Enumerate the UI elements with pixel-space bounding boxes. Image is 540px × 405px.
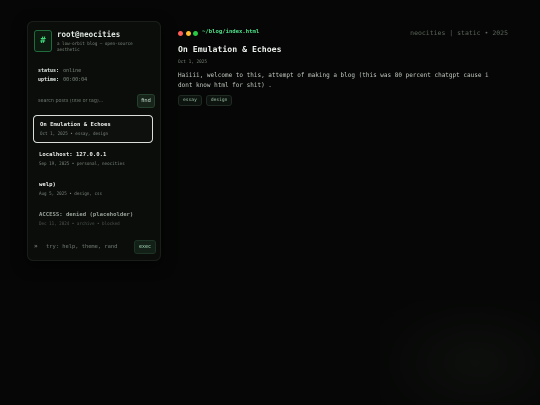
- post-title: Localhost: 127.0.0.1: [39, 152, 107, 158]
- article-title: On Emulation & Echoes: [178, 44, 282, 54]
- article-date: Oct 1, 2025: [178, 60, 208, 65]
- brand: # root@neocities a low-orbit blog — open…: [34, 30, 157, 53]
- hash-logo-icon: #: [34, 30, 52, 52]
- post-meta: Oct 1, 2025 • essay, design: [40, 131, 109, 136]
- window-topbar: ~/blog/index.html neocities | static • 2…: [178, 26, 508, 40]
- sidebar: # root@neocities a low-orbit blog — open…: [27, 21, 161, 261]
- site-subtitle: a low-orbit blog — open-source aesthetic: [57, 41, 133, 52]
- post-meta: Aug 5, 2025 • design, css: [39, 191, 103, 196]
- post-meta: Sep 19, 2025 • personal, neocities: [39, 161, 125, 166]
- find-button[interactable]: find: [137, 94, 155, 108]
- status-value: online: [63, 68, 82, 74]
- site-title: root@neocities: [57, 30, 121, 39]
- post-title: On Emulation & Echoes: [40, 122, 111, 128]
- search-input[interactable]: [35, 94, 131, 108]
- post-item-on-emulation[interactable]: On Emulation & Echoes Oct 1, 2025 • essa…: [33, 115, 153, 143]
- file-path: ~/blog/index.html: [202, 29, 260, 35]
- uptime-line: uptime: 00:00:04: [38, 77, 87, 84]
- tag-list: essay design: [178, 95, 233, 106]
- command-input[interactable]: [46, 240, 130, 254]
- status-label: status:: [38, 68, 60, 74]
- status-line: status: online: [38, 68, 81, 75]
- search-bar: find: [35, 93, 155, 109]
- post-meta: Dec 11, 2024 • archive • blocked: [39, 221, 120, 226]
- tag-design[interactable]: design: [205, 95, 233, 106]
- post-title: ACCESS: denied (placeholder): [39, 212, 134, 218]
- background-shadow: [380, 300, 540, 405]
- uptime-label: uptime:: [38, 77, 60, 83]
- exec-button[interactable]: exec: [134, 240, 156, 254]
- site-meta: neocities | static • 2025: [410, 29, 508, 37]
- main-content: ~/blog/index.html neocities | static • 2…: [178, 26, 508, 106]
- minimize-dot-icon[interactable]: [185, 31, 191, 36]
- prompt-icon: »: [34, 243, 38, 250]
- post-item-welp[interactable]: welp) Aug 5, 2025 • design, css: [33, 176, 153, 204]
- uptime-value: 00:00:04: [63, 77, 88, 83]
- post-title: welp): [39, 182, 56, 188]
- brand-text: root@neocities a low-orbit blog — open-s…: [57, 30, 157, 53]
- maximize-dot-icon[interactable]: [193, 31, 198, 36]
- command-bar: » exec: [34, 240, 156, 254]
- close-dot-icon[interactable]: [178, 31, 183, 36]
- post-item-access-denied[interactable]: ACCESS: denied (placeholder) Dec 11, 202…: [33, 206, 153, 234]
- article-body: Haiiii, welcome to this, attempt of maki…: [178, 72, 489, 89]
- post-item-localhost[interactable]: Localhost: 127.0.0.1 Sep 19, 2025 • pers…: [33, 146, 153, 174]
- tag-essay[interactable]: essay: [178, 95, 202, 106]
